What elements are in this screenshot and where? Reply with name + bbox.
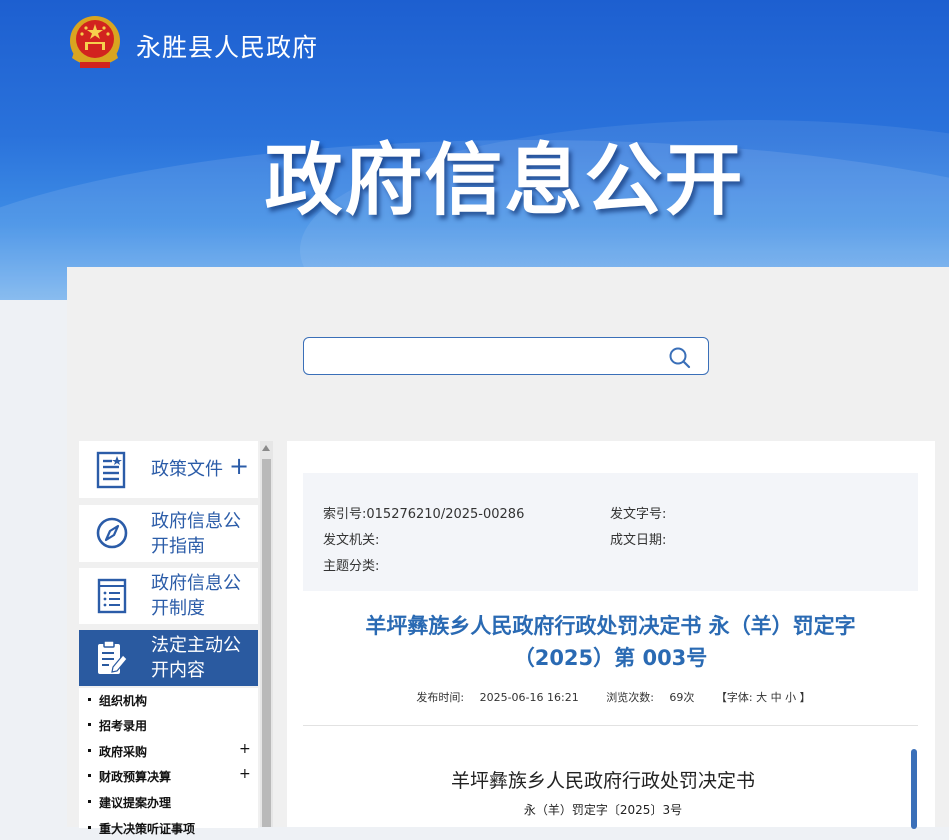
- list-document-icon: [97, 578, 127, 614]
- bullet: [88, 800, 91, 803]
- publish-time: 发布时间: 2025-06-16 16:21: [410, 691, 584, 704]
- written-date-label: 成文日期:: [610, 533, 667, 548]
- bullet: [88, 826, 91, 829]
- publish-info: 发布时间: 2025-06-16 16:21 浏览次数: 69次 【字体: 大 …: [303, 689, 918, 705]
- topic-label: 主题分类:: [323, 559, 380, 574]
- index-value: 015276210/2025-00286: [366, 507, 525, 522]
- document-meta-box: 索引号:015276210/2025-00286 发文字号: 发文机关: 成文日…: [303, 473, 918, 591]
- view-count: 浏览次数: 69次: [600, 691, 700, 704]
- views-value: 69次: [669, 691, 695, 704]
- sidebar-scrollbar[interactable]: [260, 441, 273, 827]
- site-name[interactable]: 永胜县人民政府: [136, 28, 318, 64]
- publish-time-value: 2025-06-16 16:21: [479, 691, 579, 704]
- subitem-label: 政府采购: [99, 745, 148, 759]
- subitem-label: 重大决策听证事项: [99, 822, 196, 836]
- issuer-label: 发文机关:: [323, 533, 380, 548]
- scroll-up-icon[interactable]: [262, 445, 270, 451]
- doc-number-label: 发文字号:: [610, 507, 667, 522]
- search-input[interactable]: [314, 338, 658, 376]
- document-title: 羊坪彝族乡人民政府行政处罚决定书 永（羊）罚定字 （2025）第 003号: [303, 610, 918, 674]
- document-icon: [96, 451, 126, 489]
- sidebar-item-statutory-disclosure[interactable]: 法定主动公开内容: [79, 630, 258, 686]
- search-box: [303, 337, 709, 376]
- expand-plus-icon[interactable]: +: [239, 741, 251, 757]
- sidebar-item-policy-docs[interactable]: 政策文件 +: [79, 441, 258, 498]
- banner-title: 政府信息公开: [264, 136, 745, 226]
- subitem-label: 招考录用: [99, 719, 148, 733]
- bullet: [88, 774, 91, 777]
- sidebar-item-label: 法定主动公开内容: [151, 635, 241, 681]
- sidebar-item-label: 政府信息公开制度: [151, 573, 241, 619]
- bullet: [88, 749, 91, 752]
- national-emblem-icon[interactable]: [66, 14, 124, 72]
- expand-plus-icon[interactable]: +: [239, 766, 251, 782]
- subitem-label: 组织机构: [99, 694, 148, 708]
- index-number: 索引号:015276210/2025-00286: [323, 503, 524, 522]
- index-label: 索引号:: [323, 507, 367, 522]
- expand-plus-icon[interactable]: +: [229, 452, 249, 480]
- publish-label: 发布时间:: [416, 691, 465, 704]
- document-title-line: 羊坪彝族乡人民政府行政处罚决定书 永（羊）罚定字: [365, 614, 856, 638]
- sidebar-subitem[interactable]: 建议提案办理: [79, 790, 258, 814]
- content-scrollbar-thumb[interactable]: [911, 749, 917, 829]
- bullet: [88, 698, 91, 701]
- compass-icon: [96, 517, 128, 549]
- bullet: [88, 723, 91, 726]
- sidebar-sublist: 组织机构 招考录用 政府采购 + 财政预算决算 + 建议提案办理 重大决策听证事…: [79, 688, 258, 836]
- sidebar-item-disclosure-guide[interactable]: 政府信息公开指南: [79, 505, 258, 562]
- scrollbar-thumb[interactable]: [262, 459, 271, 827]
- clipboard-edit-icon: [98, 640, 128, 674]
- written-date: 成文日期:: [610, 529, 666, 548]
- subitem-label: 财政预算决算: [99, 770, 172, 784]
- sidebar-item-disclosure-system[interactable]: 政府信息公开制度: [79, 568, 258, 624]
- topic: 主题分类:: [323, 555, 379, 574]
- sidebar-subitem[interactable]: 招考录用: [79, 713, 258, 737]
- divider: [303, 725, 918, 726]
- sidebar-subitem[interactable]: 政府采购 +: [79, 739, 258, 763]
- subitem-label: 建议提案办理: [99, 796, 172, 810]
- sidebar-item-label: 政府信息公开指南: [151, 511, 241, 557]
- body-title: 羊坪彝族乡人民政府行政处罚决定书: [450, 770, 755, 792]
- issuer: 发文机关:: [323, 529, 379, 548]
- doc-number: 发文字号:: [610, 503, 666, 522]
- font-size-control[interactable]: 【字体: 大 中 小 】: [716, 691, 811, 704]
- sidebar-item-label: 政策文件: [151, 459, 223, 480]
- document-title-line: （2025）第 003号: [513, 646, 708, 670]
- views-label: 浏览次数:: [606, 691, 654, 704]
- site-header: 永胜县人民政府 政府信息公开: [0, 0, 949, 300]
- search-icon[interactable]: [668, 346, 692, 370]
- sidebar-subitem[interactable]: 组织机构: [79, 688, 258, 712]
- sidebar-subitem[interactable]: 财政预算决算 +: [79, 764, 258, 788]
- sidebar-subitem[interactable]: 重大决策听证事项: [79, 816, 258, 840]
- body-subtitle: 永（羊）罚定字〔2025〕3号: [523, 803, 683, 817]
